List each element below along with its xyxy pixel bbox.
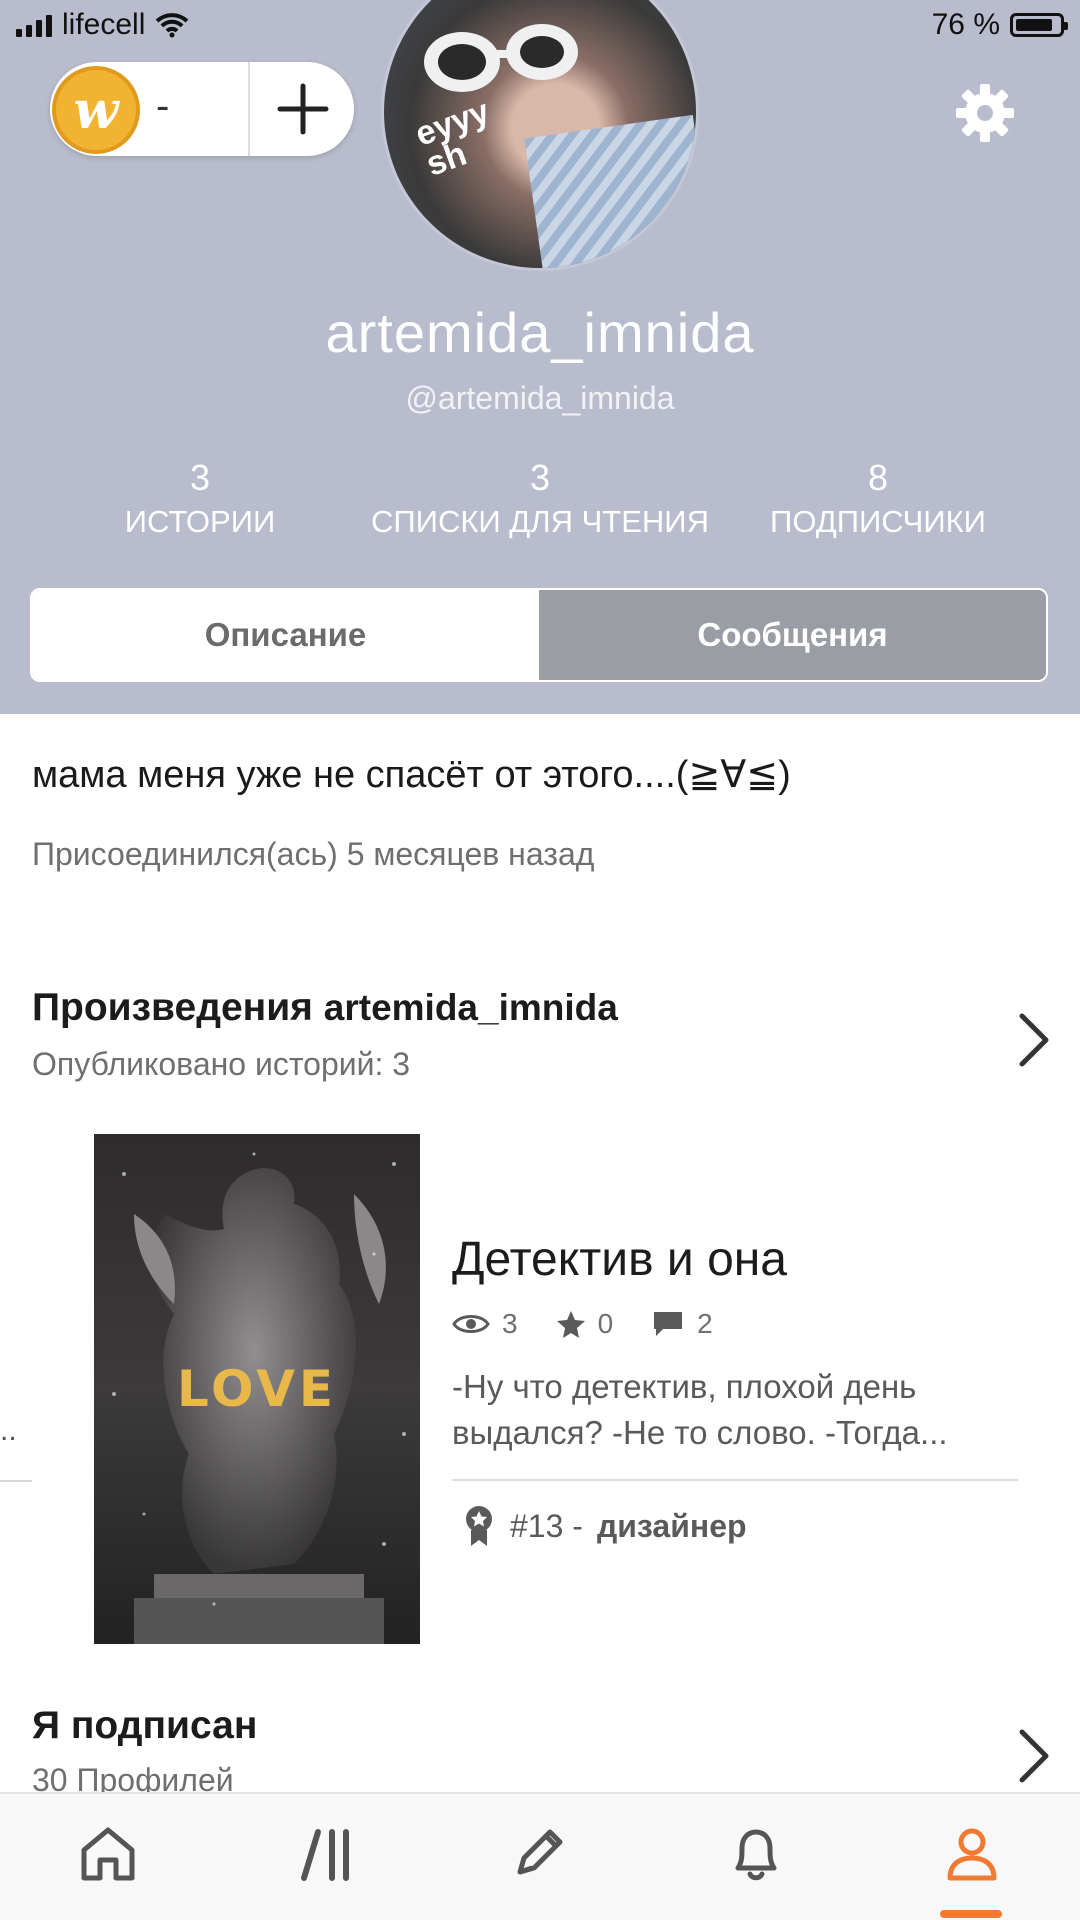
username-handle: @artemida_imnida: [405, 380, 675, 416]
story-stats: 3 0 2: [452, 1308, 751, 1340]
story-ranking[interactable]: #13 - дизайнер: [462, 1504, 747, 1548]
comment-icon: [654, 1312, 683, 1336]
bell-notifications-icon[interactable]: [724, 1822, 788, 1886]
following-chevron-right-icon[interactable]: [1014, 1726, 1054, 1786]
story-title[interactable]: Детектив и она: [452, 1232, 787, 1287]
coin-count: -: [156, 84, 170, 128]
following-section-title[interactable]: Я подписан: [32, 1704, 257, 1748]
story-description: -Ну что детектив, плохой день выдался? -…: [452, 1368, 948, 1451]
avatar-overlay-text: eyyy sh: [410, 92, 495, 184]
stat-followers[interactable]: 8 ПОДПИСЧИКИ: [698, 456, 1058, 544]
display-name: artemida_imnida: [325, 301, 755, 364]
award-ribbon-icon: [466, 1506, 492, 1546]
home-icon[interactable]: [76, 1822, 140, 1886]
previous-card-peek[interactable]: ..: [0, 1414, 17, 1448]
avatar-glasses-graphic: [424, 24, 578, 92]
profile-avatar[interactable]: eyyy sh: [384, 0, 696, 268]
works-count: Опубликовано историй: 3: [32, 1046, 411, 1082]
coin-divider: [248, 62, 250, 156]
coin-icon: w: [52, 66, 140, 154]
add-coins-button[interactable]: [270, 76, 336, 142]
profile-bio: мама меня уже не спасёт от этого....(≧∀≦…: [32, 754, 791, 796]
profile-user-icon[interactable]: [940, 1822, 1004, 1886]
previous-card-divider: [0, 1480, 32, 1482]
joined-date: Присоединился(ась) 5 месяцев назад: [32, 836, 595, 872]
stat-reading-lists[interactable]: 3 СПИСКИ ДЛЯ ЧТЕНИЯ: [360, 456, 720, 544]
story-cover[interactable]: LOVE: [94, 1134, 420, 1644]
bottom-navigation: [0, 1792, 1080, 1920]
coins-widget[interactable]: w -: [50, 62, 354, 156]
story-comments: 2: [651, 1308, 713, 1340]
battery-percent: 76 %: [931, 8, 1000, 41]
works-section-title[interactable]: Произведения artemida_imnida: [32, 986, 618, 1030]
battery-status: 76 %: [931, 8, 1068, 42]
story-votes: 0: [556, 1308, 613, 1340]
battery-icon: [1010, 13, 1068, 37]
library-icon[interactable]: [296, 1822, 360, 1886]
eye-icon: [452, 1315, 490, 1333]
profile-tabs: Описание Сообщения: [30, 588, 1048, 682]
star-icon: [556, 1311, 585, 1338]
tab-messages[interactable]: Сообщения: [539, 590, 1046, 680]
cover-title-text: LOVE: [176, 1360, 338, 1418]
story-divider: [452, 1479, 1018, 1481]
profile-header: lifecell 23:16 76 % w -: [0, 0, 1080, 714]
settings-gear-icon[interactable]: [952, 80, 1018, 146]
story-views: 3: [452, 1308, 518, 1340]
pencil-write-icon[interactable]: [506, 1822, 570, 1886]
stat-stories[interactable]: 3 ИСТОРИИ: [20, 456, 380, 544]
tab-description[interactable]: Описание: [32, 590, 539, 680]
active-tab-indicator: [940, 1910, 1002, 1918]
works-chevron-right-icon[interactable]: [1014, 1010, 1054, 1070]
